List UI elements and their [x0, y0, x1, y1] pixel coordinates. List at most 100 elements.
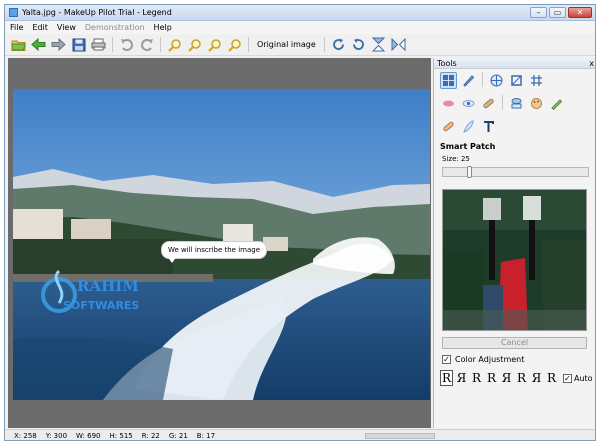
watermark-bottom-text: SOFTWARES — [63, 299, 139, 312]
horizontal-scrollbar[interactable] — [365, 433, 435, 439]
target-icon — [490, 74, 503, 87]
arrow-right-icon — [51, 38, 66, 51]
menu-help[interactable]: Help — [154, 23, 172, 32]
lips-tool[interactable] — [440, 95, 457, 112]
brush-tool[interactable] — [460, 72, 477, 89]
grid-select-icon — [443, 75, 454, 86]
image-canvas[interactable]: We will inscribe the image RAHIM SOFTWAR… — [8, 58, 431, 428]
window-title: Yalta.jpg - MakeUp Pilot Trial - Legend — [22, 8, 172, 17]
glyph-option[interactable]: R — [470, 371, 483, 385]
auto-label: Auto — [574, 373, 593, 383]
pencil-tool[interactable] — [548, 95, 565, 112]
rotate-left-button[interactable] — [350, 36, 367, 53]
color-adjustment-label: Color Adjustment — [455, 355, 525, 364]
bandage-tool[interactable] — [480, 95, 497, 112]
original-image-button[interactable]: Original image — [254, 40, 319, 49]
tool-row-2 — [434, 92, 595, 115]
back-button[interactable] — [30, 36, 47, 53]
maximize-button[interactable]: ▭ — [549, 7, 566, 18]
hash-grid-icon — [531, 75, 542, 86]
feather-icon — [463, 120, 474, 133]
tool-row-1 — [434, 69, 595, 92]
crop-tool[interactable] — [508, 72, 525, 89]
watermark-top-text: RAHIM — [77, 277, 139, 295]
undo-icon — [120, 39, 133, 51]
menu-edit[interactable]: Edit — [32, 23, 48, 32]
tools-header: Tools x — [434, 58, 595, 69]
eye-icon — [462, 100, 475, 107]
zoom-actual-icon — [227, 38, 241, 52]
glyph-option[interactable]: Я — [500, 371, 513, 385]
forward-button[interactable] — [50, 36, 67, 53]
menu-view[interactable]: View — [57, 23, 76, 32]
pencil-icon — [551, 99, 563, 110]
print-button[interactable] — [90, 36, 107, 53]
redo-icon — [140, 39, 153, 51]
glyph-option[interactable]: R — [545, 371, 558, 385]
eye-tool[interactable] — [460, 95, 477, 112]
zoom-out-button[interactable] — [186, 36, 203, 53]
tool-row-3 — [434, 115, 595, 138]
glyph-option[interactable]: Я — [530, 371, 543, 385]
app-icon — [9, 8, 18, 17]
redo-button[interactable] — [138, 36, 155, 53]
target-tool[interactable] — [488, 72, 505, 89]
patch-icon — [443, 121, 454, 132]
minimize-button[interactable]: – — [530, 7, 547, 18]
crop-icon — [511, 75, 522, 86]
select-tool[interactable] — [440, 72, 457, 89]
zoom-actual-button[interactable] — [226, 36, 243, 53]
tools-close-button[interactable]: x — [589, 58, 594, 69]
zoom-fit-button[interactable] — [206, 36, 223, 53]
glyph-option[interactable]: R — [440, 370, 453, 386]
toolbar: Original image — [5, 34, 595, 56]
size-slider[interactable] — [442, 166, 589, 178]
toolbar-separator — [323, 37, 325, 52]
color-adjustment-checkbox[interactable]: ✓ — [442, 355, 451, 364]
feather-tool[interactable] — [460, 118, 477, 135]
stamp-icon — [511, 98, 522, 109]
tool-separator — [502, 95, 503, 110]
status-height: H: 515 — [109, 431, 133, 440]
open-folder-button[interactable] — [10, 36, 27, 53]
photo-yalta: We will inscribe the image RAHIM SOFTWAR… — [13, 89, 430, 400]
menu-file[interactable]: File — [10, 23, 23, 32]
rahim-softwares-watermark: RAHIM SOFTWARES — [41, 259, 161, 321]
patch-tool[interactable] — [440, 118, 457, 135]
flip-vertical-button[interactable] — [370, 36, 387, 53]
save-button[interactable] — [70, 36, 87, 53]
callout-tail — [167, 256, 177, 263]
stamp-tool[interactable] — [508, 95, 525, 112]
status-y: Y: 300 — [45, 431, 68, 440]
menu-demonstration[interactable]: Demonstration — [85, 23, 145, 32]
color-adjustment-row: ✓ Color Adjustment — [442, 355, 524, 364]
size-slider-thumb[interactable] — [467, 166, 472, 178]
status-blue: B: 17 — [196, 431, 216, 440]
flip-horizontal-button[interactable] — [390, 36, 407, 53]
rotate-left-icon — [352, 38, 364, 50]
toolbar-separator — [160, 37, 161, 52]
close-button[interactable]: ✕ — [568, 7, 592, 18]
palette-tool[interactable] — [528, 95, 545, 112]
status-green: G: 21 — [168, 431, 188, 440]
size-label: Size: 25 — [442, 155, 470, 163]
bandage-icon — [483, 98, 494, 109]
printer-icon — [91, 38, 106, 51]
zoom-out-icon — [187, 38, 201, 52]
zoom-in-button[interactable] — [166, 36, 183, 53]
tools-panel: Tools x Smart Patch Size: 25 Cancel ✓ Co… — [433, 58, 595, 428]
title-bar: Yalta.jpg - MakeUp Pilot Trial - Legend … — [5, 5, 595, 21]
rotate-right-button[interactable] — [330, 36, 347, 53]
grid-tool[interactable] — [528, 72, 545, 89]
status-width: W: 690 — [76, 431, 101, 440]
flip-horizontal-icon — [391, 37, 406, 52]
menu-bar: File Edit View Demonstration Help — [5, 21, 595, 34]
text-tool[interactable] — [480, 118, 497, 135]
undo-button[interactable] — [118, 36, 135, 53]
glyph-option[interactable]: R — [485, 371, 498, 385]
auto-checkbox[interactable]: ✓ — [563, 373, 572, 383]
glyph-options: R Я R R Я R Я R ✓ Auto — [440, 370, 593, 386]
cancel-button[interactable]: Cancel — [442, 337, 587, 349]
glyph-option[interactable]: R — [515, 371, 528, 385]
glyph-option[interactable]: Я — [455, 371, 468, 385]
